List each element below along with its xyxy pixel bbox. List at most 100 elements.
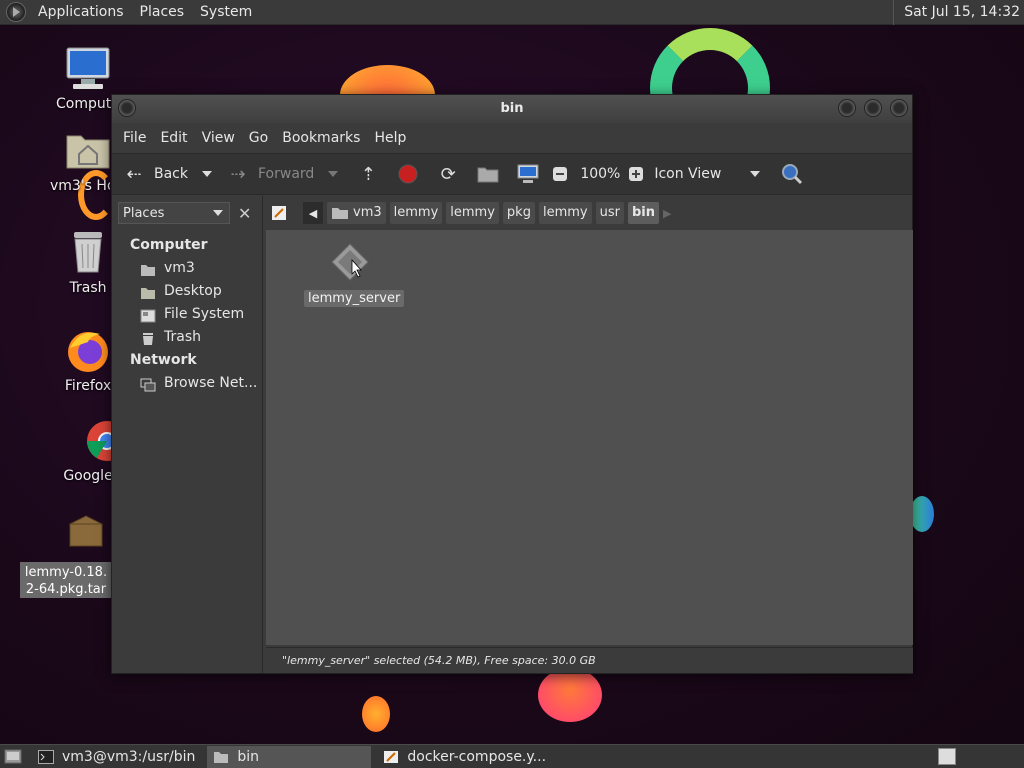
menu-bookmarks[interactable]: Bookmarks bbox=[275, 130, 367, 146]
top-panel: Applications Places System Sat Jul 15, 1… bbox=[0, 0, 1024, 25]
task-label: bin bbox=[237, 748, 260, 765]
maximize-button[interactable] bbox=[864, 99, 882, 117]
sidebar-type-label: Places bbox=[123, 205, 165, 221]
window-title: bin bbox=[500, 101, 524, 116]
view-mode-select[interactable]: Icon View bbox=[654, 166, 740, 182]
sidebar: Computer vm3 Desktop File System Trash N… bbox=[112, 230, 263, 673]
mate-logo-icon[interactable] bbox=[6, 2, 26, 22]
home-folder-icon bbox=[65, 128, 111, 174]
forward-button[interactable]: ⇢ Forward bbox=[212, 153, 314, 195]
zoom-out-icon[interactable] bbox=[548, 162, 572, 186]
drive-icon bbox=[140, 308, 156, 322]
desktop-icon-package[interactable]: lemmy-0.18.2-64.pkg.tar bbox=[20, 512, 112, 598]
pathbar-scroll-right[interactable]: ▶ bbox=[663, 207, 671, 220]
clock[interactable]: Sat Jul 15, 14:32 bbox=[893, 0, 1024, 25]
statusbar: "lemmy_server" selected (54.2 MB), Free … bbox=[266, 647, 913, 673]
task-file-manager[interactable]: bin bbox=[207, 745, 372, 768]
zoom-level[interactable]: 100% bbox=[580, 166, 620, 182]
network-icon bbox=[140, 377, 156, 391]
sidebar-item-label: Desktop bbox=[164, 283, 222, 299]
sidebar-item-label: vm3 bbox=[164, 260, 195, 276]
back-button[interactable]: ⇠ Back bbox=[112, 153, 188, 195]
sidebar-type-select[interactable]: Places bbox=[118, 202, 230, 224]
back-label: Back bbox=[154, 166, 188, 182]
crumb-home[interactable]: vm3 bbox=[327, 202, 386, 224]
show-desktop-icon bbox=[4, 749, 22, 763]
executable-icon bbox=[304, 242, 396, 286]
folder-icon bbox=[213, 750, 229, 764]
minimize-button[interactable] bbox=[838, 99, 856, 117]
system-menu[interactable]: System bbox=[192, 0, 260, 25]
home-folder-icon bbox=[140, 262, 156, 276]
computer-icon[interactable] bbox=[516, 162, 540, 186]
sidebar-item-label: Trash bbox=[164, 329, 201, 345]
sidebar-item-desktop[interactable]: Desktop bbox=[112, 280, 262, 303]
computer-icon bbox=[65, 46, 111, 92]
reload-icon[interactable]: ⟳ bbox=[436, 162, 460, 186]
arrow-left-icon: ⇠ bbox=[126, 163, 142, 185]
forward-label: Forward bbox=[258, 166, 315, 182]
trash-icon bbox=[65, 230, 111, 276]
sidebar-item-label: Browse Net... bbox=[164, 375, 258, 391]
sidebar-item-browse-network[interactable]: Browse Net... bbox=[112, 372, 262, 395]
sidebar-section-computer: Computer bbox=[130, 237, 208, 253]
close-icon[interactable]: ✕ bbox=[238, 204, 251, 223]
file-name: lemmy_server bbox=[304, 290, 405, 307]
task-terminal[interactable]: vm3@vm3:/usr/bin bbox=[32, 746, 201, 768]
up-arrow-icon[interactable]: ⇡ bbox=[356, 162, 380, 186]
sidebar-item-trash[interactable]: Trash bbox=[112, 326, 262, 349]
toolbar: ⇠ Back ⇢ Forward ⇡ ⟳ 100% Icon View bbox=[112, 153, 912, 195]
back-history-dropdown[interactable] bbox=[202, 171, 212, 177]
desktop-icon-label: vm3's Home bbox=[50, 178, 110, 194]
chevron-down-icon bbox=[213, 210, 223, 216]
applications-menu[interactable]: Applications bbox=[30, 0, 132, 25]
taskbar: vm3@vm3:/usr/bin bin docker-compose.y... bbox=[0, 744, 1024, 768]
desktop-folder-icon bbox=[140, 285, 156, 299]
workspace-switcher[interactable] bbox=[938, 748, 956, 765]
file-view[interactable]: lemmy_server bbox=[266, 230, 913, 645]
menu-go[interactable]: Go bbox=[242, 130, 275, 146]
pathbar-scroll-left[interactable]: ◀ bbox=[303, 202, 323, 224]
crumb[interactable]: lemmy bbox=[446, 202, 499, 224]
menu-file[interactable]: File bbox=[116, 130, 153, 146]
crumb[interactable]: pkg bbox=[502, 202, 535, 224]
crumb[interactable]: lemmy bbox=[389, 202, 443, 224]
sidebar-item-label: File System bbox=[164, 306, 245, 322]
chrome-icon bbox=[65, 418, 127, 464]
menu-view[interactable]: View bbox=[195, 130, 242, 146]
desktop-icon-label: lemmy-0.18.2-64.pkg.tar bbox=[20, 562, 112, 598]
task-text-editor[interactable]: docker-compose.y... bbox=[377, 746, 552, 768]
home-icon[interactable] bbox=[476, 162, 500, 186]
crumb-current[interactable]: bin bbox=[627, 202, 659, 224]
task-label: vm3@vm3:/usr/bin bbox=[62, 748, 196, 765]
task-label: docker-compose.y... bbox=[407, 748, 547, 765]
menubar: File Edit View Go Bookmarks Help bbox=[112, 123, 912, 153]
places-menu[interactable]: Places bbox=[132, 0, 193, 25]
text-editor-icon bbox=[383, 750, 399, 764]
crumb[interactable]: usr bbox=[595, 202, 624, 224]
file-manager-window: bin File Edit View Go Bookmarks Help ⇠ B… bbox=[111, 94, 913, 674]
close-button[interactable] bbox=[890, 99, 908, 117]
zoom-in-icon[interactable] bbox=[624, 162, 648, 186]
menu-help[interactable]: Help bbox=[367, 130, 413, 146]
home-folder-icon bbox=[332, 208, 348, 219]
firefox-icon bbox=[65, 328, 111, 374]
stop-icon[interactable] bbox=[396, 162, 420, 186]
file-item[interactable]: lemmy_server bbox=[304, 242, 405, 307]
window-menu-button[interactable] bbox=[118, 99, 136, 117]
search-icon[interactable] bbox=[780, 162, 804, 186]
sidebar-item-vm3[interactable]: vm3 bbox=[112, 257, 262, 280]
window-titlebar[interactable]: bin bbox=[112, 95, 912, 123]
menu-edit[interactable]: Edit bbox=[153, 130, 194, 146]
crumb-label: vm3 bbox=[353, 205, 382, 220]
package-icon bbox=[66, 512, 106, 558]
forward-history-dropdown[interactable] bbox=[328, 171, 339, 177]
sidebar-header: Places ✕ bbox=[112, 196, 263, 230]
location-row: Places ✕ ◀ vm3 lemmy lemmy pkg lemmy usr… bbox=[112, 196, 912, 230]
crumb[interactable]: lemmy bbox=[538, 202, 592, 224]
sidebar-item-filesystem[interactable]: File System bbox=[112, 303, 262, 326]
trash-icon bbox=[140, 331, 156, 345]
toggle-location-entry-icon[interactable] bbox=[269, 201, 289, 225]
show-desktop-button[interactable] bbox=[0, 746, 26, 768]
chevron-down-icon[interactable] bbox=[750, 171, 761, 177]
